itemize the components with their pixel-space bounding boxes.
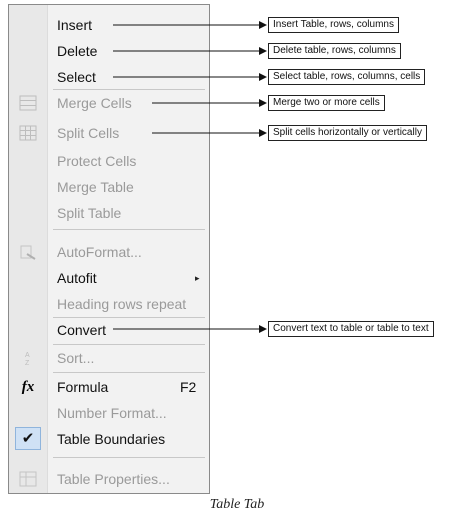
callout-split-cells: Split cells horizontally or vertically: [268, 125, 427, 141]
callout-delete: Delete table, rows, columns: [268, 43, 401, 59]
callout-select: Select table, rows, columns, cells: [268, 69, 426, 85]
callout-merge-cells: Merge two or more cells: [268, 95, 385, 111]
figure-caption: Table Tab: [209, 497, 265, 512]
callout-insert: Insert Table, rows, columns: [268, 17, 399, 33]
callout-convert: Convert text to table or table to text: [268, 321, 434, 337]
